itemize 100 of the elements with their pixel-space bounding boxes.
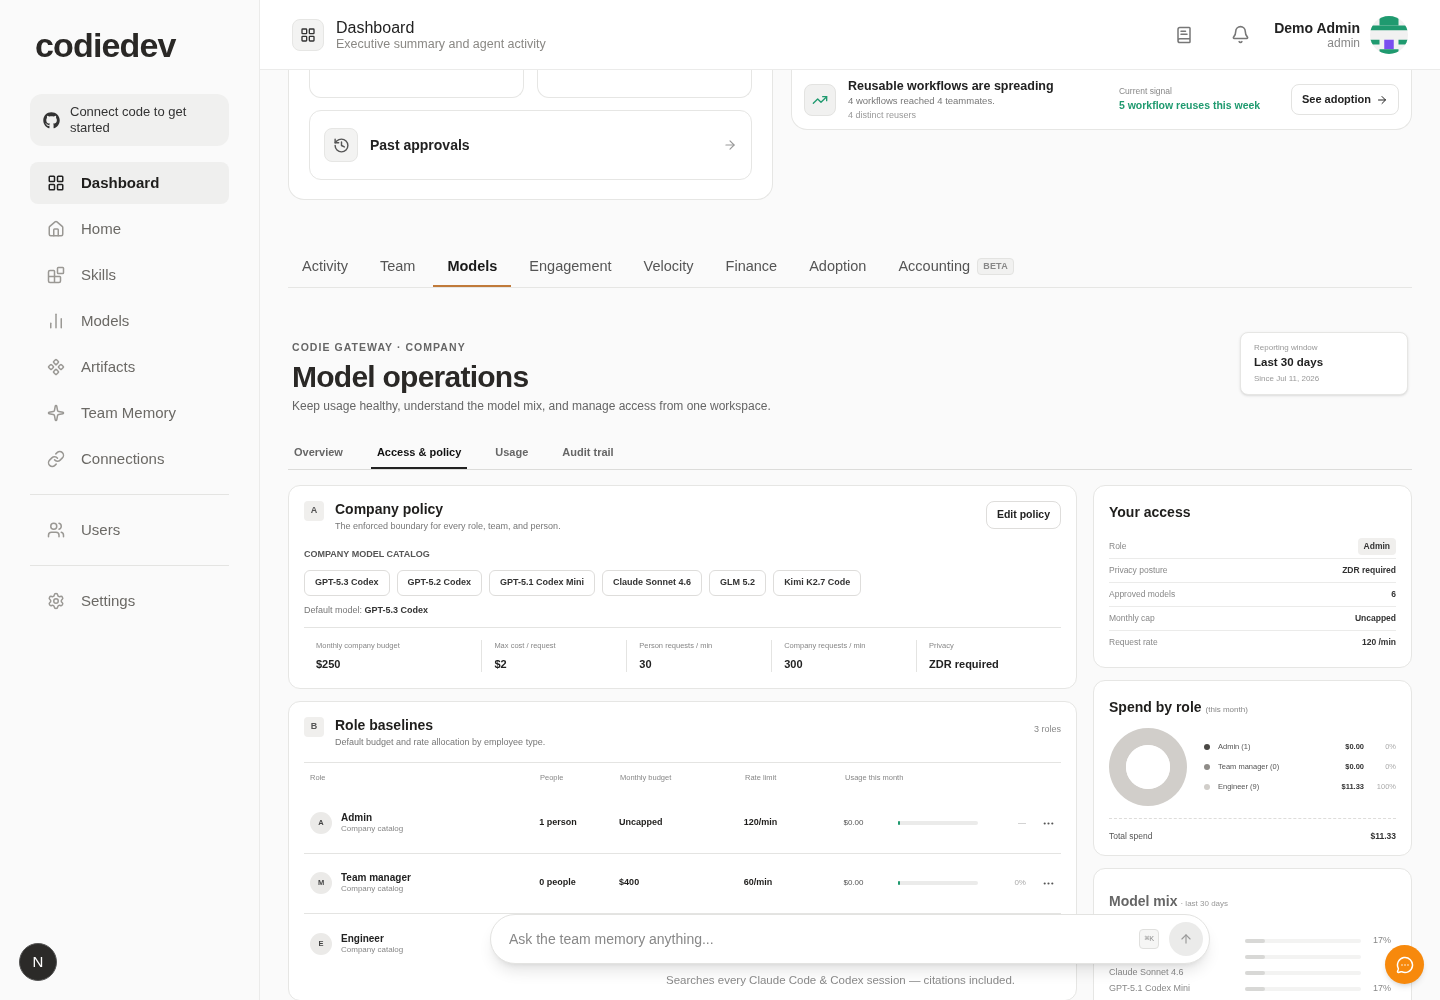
signal-label: Current signal — [1118, 85, 1173, 98]
arrow-up-icon — [1179, 932, 1193, 946]
tab[interactable]: Engagement — [515, 248, 626, 287]
stat-value: ZDR required — [929, 656, 1000, 672]
sidebar-item[interactable]: Settings — [30, 580, 153, 622]
table-cell-text: 0 people — [539, 876, 577, 890]
role-name: Admin — [341, 812, 374, 824]
users-icon — [47, 521, 65, 539]
stat-value: $250 — [316, 656, 342, 672]
table-cell-text: — — [1017, 817, 1026, 829]
user-name: Demo Admin — [1274, 19, 1360, 36]
access-label: Role — [1109, 539, 1127, 553]
send-button[interactable] — [1169, 922, 1203, 956]
sidebar-item[interactable]: Artifacts — [30, 346, 229, 388]
grid-icon — [300, 26, 316, 43]
past-approvals-link[interactable]: Past approvals — [309, 110, 752, 180]
role-source: Company catalog — [341, 944, 404, 955]
window-value: Last 30 days — [1254, 355, 1325, 370]
model-name: Claude Sonnet 4.6 — [1109, 965, 1185, 979]
sparkle-icon — [47, 404, 65, 422]
table-cell-text: $0.00 — [843, 817, 865, 829]
book-icon — [1175, 25, 1194, 44]
model-chip: GPT-5.2 Codex — [396, 569, 483, 596]
tab[interactable]: Accounting BETA — [884, 248, 1028, 287]
edit-policy-button[interactable]: Edit policy — [985, 500, 1061, 529]
insight-detail: 4 workflows reached 4 teammates. — [848, 93, 996, 108]
logo[interactable]: codiedev — [30, 28, 229, 62]
subtab[interactable]: Usage — [489, 436, 535, 469]
mix-percent: 17% — [1373, 981, 1391, 995]
chat-icon — [1395, 955, 1414, 974]
stat-value: $2 — [494, 656, 508, 672]
access-label: Approved models — [1109, 587, 1176, 601]
table-cell-text: Uncapped — [619, 816, 664, 830]
subtab[interactable]: Overview — [288, 436, 349, 469]
section-letter: B — [304, 717, 324, 737]
window-since: Since Jul 11, 2026 — [1254, 373, 1321, 386]
total-label: Total spend — [1109, 829, 1153, 843]
arrow-right-icon — [1376, 93, 1388, 106]
table-cell-text: 120/min — [743, 816, 779, 830]
tab[interactable]: Team — [365, 248, 430, 287]
sidebar-item[interactable]: Skills — [30, 254, 229, 296]
user-badge[interactable]: N — [19, 943, 57, 981]
access-label: Request rate — [1109, 636, 1158, 650]
card-title: Spend by role — [1109, 697, 1202, 717]
role-name: Team manager — [341, 872, 411, 884]
history-icon — [332, 136, 350, 154]
section-eyebrow: CODIE GATEWAY · COMPANY — [292, 340, 467, 355]
tab[interactable]: Adoption — [795, 248, 881, 287]
subtab[interactable]: Audit trail — [556, 436, 620, 469]
insight-title: Reusable workflows are spreading — [848, 77, 1055, 94]
model-chip: Claude Sonnet 4.6 — [602, 569, 703, 596]
card-subtitle: The enforced boundary for every role, team, and person. — [335, 519, 562, 533]
sidebar-item[interactable]: Dashboard — [30, 162, 229, 204]
sidebar-item[interactable]: Models — [30, 300, 229, 342]
model-chip: GPT-5.3 Codex — [304, 569, 390, 596]
arrow-right-icon — [723, 138, 737, 152]
signal-value: 5 workflow reuses this week — [1118, 98, 1262, 113]
tab[interactable]: Activity — [288, 248, 362, 287]
avatar-icon[interactable] — [1370, 15, 1408, 54]
default-model-label: Default model: — [304, 604, 364, 615]
ask-field[interactable]: Ask the team memory anything... — [509, 928, 1140, 950]
table-cell-text: $400 — [619, 876, 641, 890]
role-tag: Admin — [1357, 537, 1396, 555]
sidebar-item[interactable]: Team Memory — [30, 392, 229, 434]
see-adoption-button[interactable]: See adoption — [1290, 84, 1399, 115]
card-title: Company policy — [335, 500, 445, 518]
beta-badge: BETA — [977, 257, 1014, 276]
section-description: Keep usage healthy, understand the model mix, and manage access from one workspace. — [292, 397, 772, 415]
tab[interactable]: Velocity — [629, 248, 708, 287]
bell-icon — [1231, 25, 1251, 44]
sidebar-item[interactable]: Home — [30, 208, 229, 250]
sidebar-item[interactable]: Connections — [30, 438, 229, 480]
stat-value: 30 — [639, 656, 653, 672]
roles-count: 3 roles — [1034, 723, 1061, 736]
default-model: GPT-5.3 Codex — [364, 604, 429, 615]
connect-code-button[interactable]: Connect code to get started — [30, 94, 229, 146]
page-title: Dashboard — [336, 18, 416, 37]
role-name: Engineer — [341, 932, 385, 945]
tab[interactable]: Models — [433, 248, 512, 287]
access-value: 120 /min — [1361, 636, 1396, 650]
table-cell-text: $0.00 — [843, 877, 865, 889]
section-title: Model operations — [292, 358, 530, 395]
table-cell-text: 0% — [1013, 877, 1026, 889]
total-value: $11.33 — [1370, 829, 1396, 843]
user-role: admin — [1327, 35, 1360, 50]
section-letter: A — [304, 500, 324, 521]
home-icon — [47, 220, 65, 238]
insight-note: 4 distinct reusers — [848, 108, 918, 122]
settings-icon — [47, 592, 65, 610]
model-chip: GLM 5.2 — [709, 569, 767, 596]
tab[interactable]: Finance — [711, 248, 792, 287]
grid-icon — [47, 174, 65, 192]
title-qualifier: · last 30 days — [1180, 897, 1229, 910]
github-icon — [43, 111, 60, 129]
card-title: Your access — [1109, 502, 1192, 522]
subtab[interactable]: Access & policy — [370, 436, 468, 469]
access-value: Uncapped — [1354, 611, 1396, 625]
table-cell-text: 1 person — [539, 816, 578, 830]
model-chip: GPT-5.1 Codex Mini — [489, 569, 596, 596]
sidebar-item[interactable]: Users — [30, 509, 138, 551]
